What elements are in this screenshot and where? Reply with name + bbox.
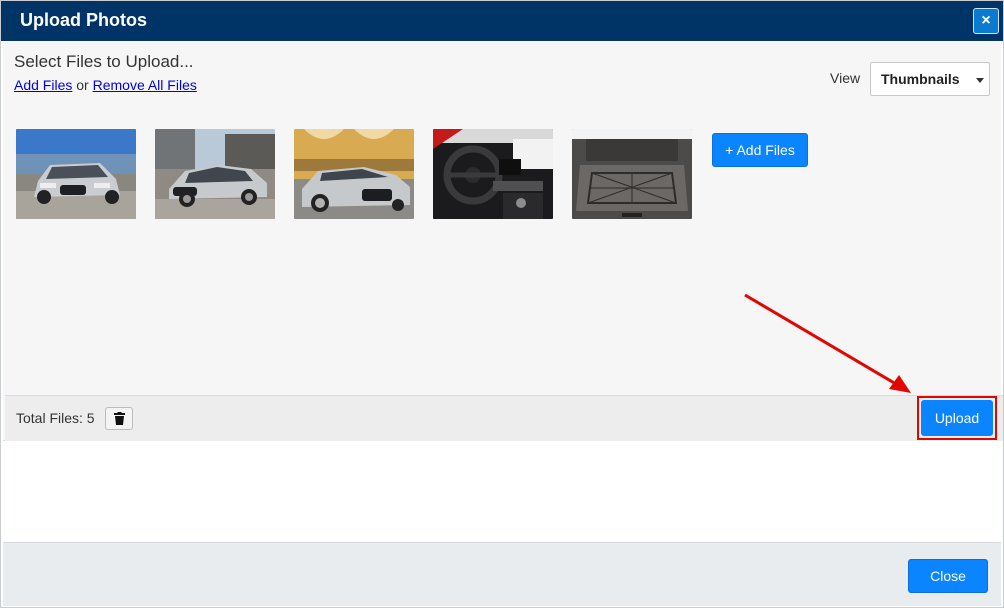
close-button[interactable]: Close	[908, 559, 988, 593]
close-dialog-button[interactable]: ×	[973, 8, 999, 34]
red-arrow-annotation	[744, 293, 911, 393]
trash-icon	[114, 412, 125, 425]
dialog-title-bar: Upload Photos ×	[1, 1, 1003, 41]
dialog-title: Upload Photos	[20, 10, 147, 30]
car-trunk-cargo-photo[interactable]	[572, 129, 692, 219]
car-dashboard-interior-photo[interactable]	[433, 129, 553, 219]
car-front-garage-photo[interactable]	[294, 129, 414, 219]
upload-photos-dialog: Upload Photos × Select Files to Upload..…	[0, 0, 1004, 608]
upload-footer-bar: Total Files: 5 Upload	[5, 395, 1003, 441]
add-files-link[interactable]: Add Files	[14, 77, 72, 93]
select-files-heading: Select Files to Upload...	[14, 52, 194, 71]
view-select[interactable]: Thumbnails	[870, 62, 990, 96]
chevron-down-icon	[976, 78, 984, 83]
remove-all-files-link[interactable]: Remove All Files	[93, 77, 197, 93]
car-front-exterior-photo[interactable]	[16, 129, 136, 219]
view-selected-value: Thumbnails	[881, 71, 960, 87]
total-files-count: Total Files: 5	[16, 410, 95, 426]
or-text: or	[76, 77, 89, 93]
file-links-line: Add Files or Remove All Files	[14, 77, 197, 93]
dialog-bottom-bar: Close	[3, 542, 1001, 606]
view-label: View	[830, 70, 861, 86]
add-files-button[interactable]: + Add Files	[712, 133, 808, 167]
remove-all-trash-button[interactable]	[105, 407, 133, 430]
car-side-exterior-photo[interactable]	[155, 129, 275, 219]
upload-button[interactable]: Upload	[921, 400, 993, 436]
